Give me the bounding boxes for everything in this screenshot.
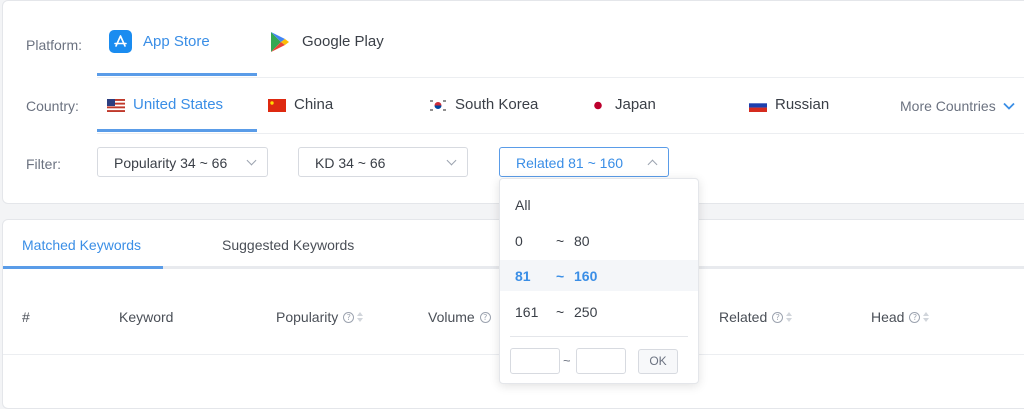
option-from: 81 [515, 268, 531, 284]
chevron-up-icon [647, 159, 658, 170]
popularity-filter-select[interactable]: Popularity 34 ~ 66 [97, 147, 268, 177]
option-from: 161 [515, 304, 539, 320]
divider [97, 77, 1024, 78]
active-tab-indicator [3, 266, 163, 269]
country-tab-south-korea[interactable]: South Korea [429, 96, 538, 132]
option-separator: ~ [556, 268, 565, 284]
kd-filter-select[interactable]: KD 34 ~ 66 [298, 147, 468, 177]
dropdown-option-all[interactable]: All [500, 189, 698, 220]
column-header-label: Volume [428, 309, 475, 325]
tab-suggested-keywords[interactable]: Suggested Keywords [222, 237, 354, 253]
chevron-down-icon [1003, 102, 1015, 110]
related-filter-select[interactable]: Related 81 ~ 160 [499, 147, 669, 177]
divider [97, 133, 1024, 134]
column-header-label: Related [719, 309, 768, 325]
column-header-keyword: Keyword [119, 309, 173, 325]
popularity-filter-value: Popularity 34 ~ 66 [114, 155, 228, 171]
filter-label: Filter: [26, 156, 61, 172]
option-to: 80 [574, 233, 590, 249]
option-from: 0 [515, 233, 523, 249]
country-label-south-korea: South Korea [455, 96, 539, 113]
column-header-label: Keyword [119, 309, 174, 325]
platform-label-google-play: Google Play [302, 33, 384, 50]
column-header-label: Head [871, 309, 905, 325]
sort-icon[interactable] [357, 311, 364, 324]
dropdown-option-161-250[interactable]: 161 ~ 250 [500, 296, 698, 327]
more-countries-label: More Countries [900, 98, 996, 114]
sort-icon[interactable] [923, 311, 930, 324]
column-header-head[interactable]: Head ? [871, 309, 930, 325]
column-header-popularity[interactable]: Popularity ? [276, 309, 364, 325]
country-tab-china[interactable]: China [268, 96, 333, 132]
column-header-index: # [22, 309, 30, 325]
option-from: All [515, 197, 531, 213]
country-label: Country: [26, 98, 79, 114]
country-label-united-states: United States [133, 96, 224, 113]
tab-matched-keywords[interactable]: Matched Keywords [22, 237, 141, 253]
column-header-related[interactable]: Related ? [719, 309, 793, 325]
platform-label-app-store: App Store [143, 33, 210, 50]
google-play-icon [268, 30, 291, 53]
sort-icon[interactable] [786, 311, 793, 324]
kd-filter-value: KD 34 ~ 66 [315, 155, 386, 171]
country-tab-japan[interactable]: Japan [589, 96, 656, 132]
range-separator: ~ [563, 353, 571, 368]
related-filter-dropdown: All 0 ~ 80 81 ~ 160 161 ~ 250 ~ OK [499, 178, 699, 384]
option-separator: ~ [556, 233, 565, 249]
us-flag-icon [107, 99, 125, 112]
south-korea-flag-icon [429, 99, 447, 112]
ok-button[interactable]: OK [638, 349, 678, 374]
help-icon[interactable]: ? [343, 311, 355, 323]
option-separator: ~ [556, 304, 565, 320]
app-store-icon [109, 30, 132, 53]
column-header-volume[interactable]: Volume ? [428, 309, 491, 325]
help-icon[interactable]: ? [909, 311, 921, 323]
country-label-russia: Russian [775, 96, 830, 113]
column-header-label: # [22, 309, 30, 325]
platform-label: Platform: [26, 37, 83, 53]
platform-tab-app-store[interactable]: App Store [97, 30, 257, 76]
chevron-down-icon [246, 155, 257, 166]
range-min-input[interactable] [510, 348, 560, 374]
chevron-down-icon [446, 155, 457, 166]
column-header-label: Popularity [276, 309, 339, 325]
help-icon[interactable]: ? [479, 311, 491, 323]
more-countries-button[interactable]: More Countries [900, 98, 1016, 114]
option-to: 160 [574, 268, 598, 284]
dropdown-divider [510, 336, 688, 337]
country-label-china: China [294, 96, 334, 113]
country-tab-russia[interactable]: Russian [749, 96, 829, 132]
help-icon[interactable]: ? [772, 311, 784, 323]
country-label-japan: Japan [615, 96, 656, 113]
japan-flag-icon [589, 99, 607, 112]
option-to: 250 [574, 304, 598, 320]
russia-flag-icon [749, 99, 767, 112]
dropdown-option-0-80[interactable]: 0 ~ 80 [500, 225, 698, 256]
dropdown-option-81-160[interactable]: 81 ~ 160 [500, 260, 698, 291]
range-max-input[interactable] [576, 348, 626, 374]
related-filter-value: Related 81 ~ 160 [516, 155, 624, 171]
country-tab-united-states[interactable]: United States [97, 96, 257, 132]
platform-tab-google-play[interactable]: Google Play [268, 30, 384, 76]
china-flag-icon [268, 99, 286, 112]
